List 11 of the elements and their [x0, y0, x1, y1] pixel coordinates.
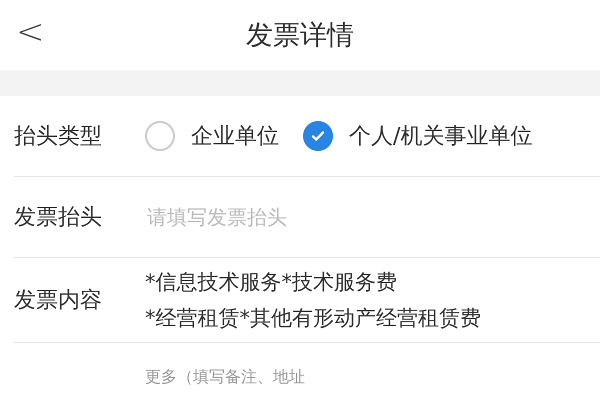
- back-button[interactable]: <: [10, 12, 50, 52]
- field-label: 发票内容: [14, 287, 103, 315]
- field-label: 发票抬头: [14, 204, 103, 232]
- option-label: 个人/机关事业单位: [349, 123, 532, 151]
- field-label: 抬头类型: [14, 123, 103, 151]
- option-label: 企业单位: [191, 123, 279, 151]
- radio-button[interactable]: [145, 121, 175, 151]
- checked-radio[interactable]: [303, 121, 333, 151]
- content-line: *信息技术服务*技术服务费: [145, 269, 398, 296]
- content-line: *经营租赁*其他有形动产经营租赁费: [145, 305, 481, 332]
- page-title: 发票详情: [246, 19, 354, 53]
